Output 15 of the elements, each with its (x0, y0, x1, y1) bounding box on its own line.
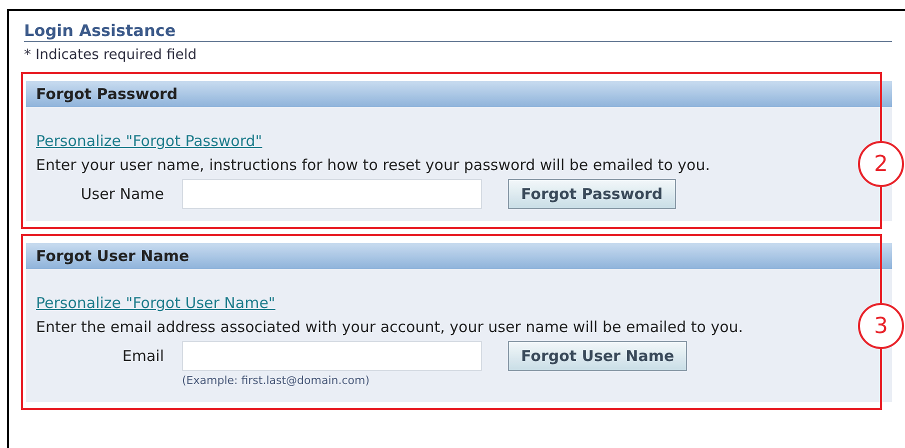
field-label: Email (121, 346, 165, 367)
page-title: Login Assistance (24, 11, 892, 42)
submit-button[interactable]: Forgot User Name (508, 341, 688, 371)
field-hint: (Example: first.last@domain.com) (182, 373, 371, 389)
submit-button[interactable]: Forgot Password (508, 179, 676, 209)
instruction-text: Enter the email address associated with your account, your user name will be emailed to you. (36, 318, 744, 336)
required-note: * Indicates required field (24, 46, 198, 64)
section-heading: Forgot Password (26, 81, 892, 107)
instruction-text: Enter your user name, instructions for how to reset your password will be emailed to you. (36, 156, 710, 174)
personalize-link[interactable]: Personalize "Forgot Password" (36, 132, 262, 150)
field-label: User Name (80, 184, 165, 205)
input-field[interactable] (182, 179, 482, 209)
input-field[interactable] (182, 341, 482, 371)
personalize-link[interactable]: Personalize "Forgot User Name" (36, 294, 276, 312)
section-heading: Forgot User Name (26, 243, 892, 269)
